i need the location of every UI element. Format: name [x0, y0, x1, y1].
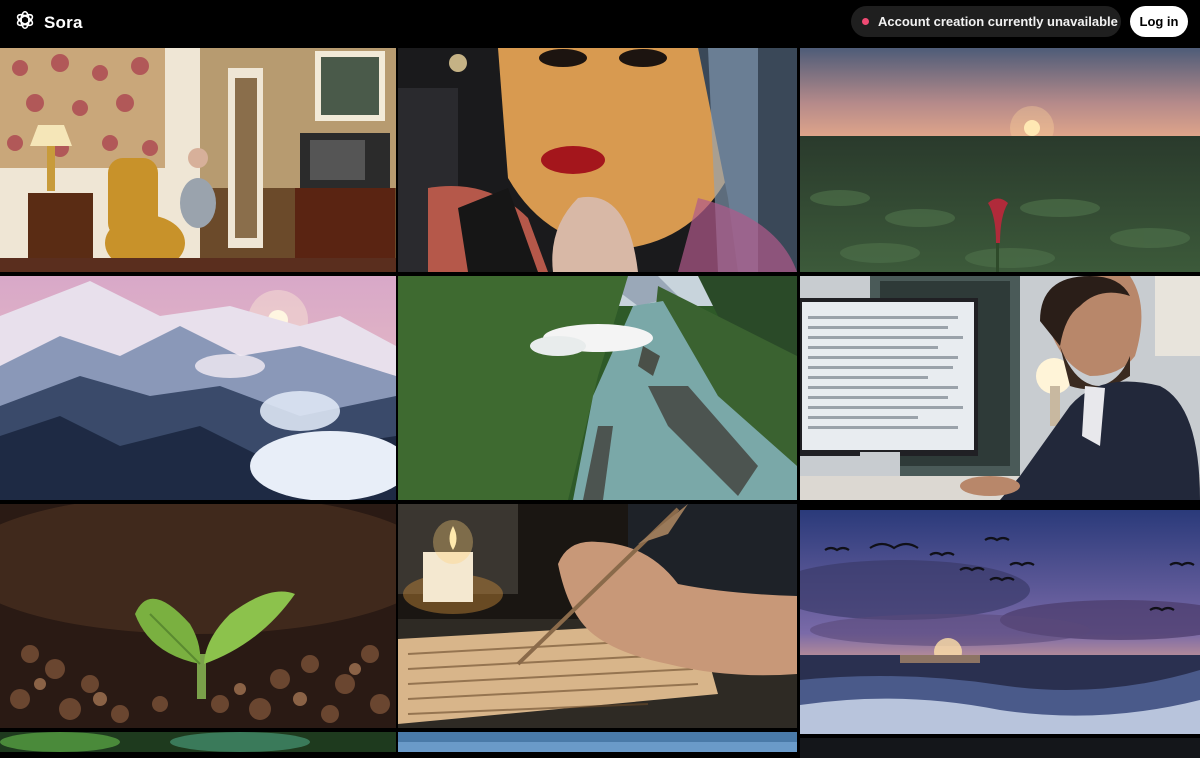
brand-name: Sora	[44, 12, 83, 32]
living-room-man-image	[0, 48, 396, 272]
video-tile-snowy-mountains[interactable]	[0, 276, 396, 500]
brand-link[interactable]: Sora	[14, 9, 83, 36]
video-tile-river-valley[interactable]	[398, 276, 797, 500]
snowy-mountains-image	[0, 276, 396, 500]
top-bar: Sora Account creation currently unavaila…	[0, 0, 1200, 44]
video-tile-man-at-computer[interactable]	[800, 276, 1200, 500]
green-partial-image	[0, 732, 396, 752]
status-dot-icon	[862, 18, 869, 25]
man-at-computer-image	[800, 276, 1200, 500]
ocean-birds-sunset-image	[800, 510, 1200, 734]
account-status-badge: Account creation currently unavailable	[851, 6, 1121, 37]
video-tile-green-partial[interactable]	[0, 732, 396, 752]
openai-logo-icon	[14, 9, 36, 36]
hand-writing-candle-image	[398, 504, 797, 728]
video-gallery	[0, 48, 1200, 758]
blue-partial-image	[398, 732, 797, 752]
video-tile-woman-closeup[interactable]	[398, 48, 797, 272]
river-valley-image	[398, 276, 797, 500]
video-tile-dark-partial[interactable]	[800, 738, 1200, 758]
video-tile-ocean-birds-sunset[interactable]	[800, 510, 1200, 734]
woman-closeup-image	[398, 48, 797, 272]
sunset-field-tulip-image	[800, 48, 1200, 272]
seedling-image	[0, 504, 396, 728]
status-text: Account creation currently unavailable	[878, 14, 1118, 29]
video-tile-seedling[interactable]	[0, 504, 396, 728]
video-tile-sunset-field-tulip[interactable]	[800, 48, 1200, 272]
video-tile-hand-writing-candle[interactable]	[398, 504, 797, 728]
video-tile-blue-partial[interactable]	[398, 732, 797, 752]
login-button[interactable]: Log in	[1130, 6, 1188, 37]
dark-partial-image	[800, 738, 1200, 758]
video-tile-living-room-man[interactable]	[0, 48, 396, 272]
